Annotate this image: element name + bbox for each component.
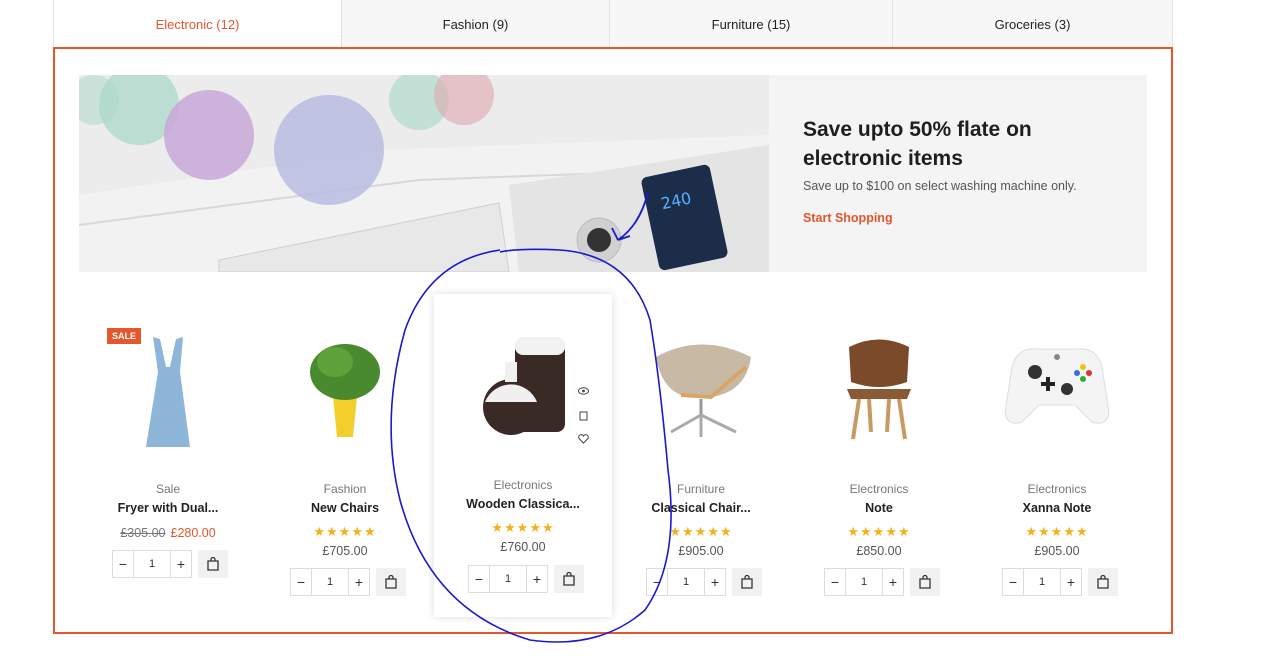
product-card-highlighted[interactable]: Electronics Wooden Classica... ★★★★★ £76…: [434, 294, 612, 617]
product-price: £705.00: [322, 544, 368, 558]
add-to-cart-button[interactable]: [732, 568, 762, 596]
product-category: Fashion: [323, 482, 367, 496]
product-card[interactable]: Electronics Note ★★★★★ £850.00 − 1 +: [790, 297, 968, 617]
increase-button[interactable]: +: [883, 569, 903, 595]
banner-subtitle: Save up to $100 on select washing machin…: [803, 179, 1077, 193]
category-tabs: Electronic (12) Fashion (9) Furniture (1…: [53, 0, 1173, 48]
decrease-button[interactable]: −: [469, 566, 489, 592]
quantity-input[interactable]: 1: [845, 569, 883, 595]
product-name[interactable]: Xanna Note: [968, 501, 1146, 515]
heart-icon[interactable]: [576, 432, 590, 446]
add-to-cart-button[interactable]: [910, 568, 940, 596]
product-category: Electronics: [1027, 482, 1087, 496]
quantity-input[interactable]: 1: [1023, 569, 1061, 595]
quantity-input[interactable]: 1: [133, 551, 171, 577]
start-shopping-link[interactable]: Start Shopping: [803, 211, 893, 225]
plant-image: [310, 344, 380, 437]
washing-machine-image: 240: [79, 75, 769, 272]
quick-actions: [576, 384, 590, 446]
product-category: Sale: [155, 482, 181, 496]
bag-icon: [207, 557, 219, 571]
bag-icon: [919, 575, 931, 589]
bag-icon: [1097, 575, 1109, 589]
product-name[interactable]: Fryer with Dual...: [79, 501, 257, 515]
add-to-cart-button[interactable]: [376, 568, 406, 596]
quantity-stepper: − 1 +: [646, 568, 726, 596]
product-name[interactable]: New Chairs: [256, 501, 434, 515]
product-name[interactable]: Wooden Classica...: [434, 497, 612, 511]
quantity-stepper: − 1 +: [468, 565, 548, 593]
promo-banner: 240 Save upto 50% flate on electronic it…: [79, 75, 1147, 272]
tab-furniture[interactable]: Furniture (15): [610, 0, 893, 48]
quick-view-icon[interactable]: [576, 384, 590, 398]
quantity-input[interactable]: 1: [667, 569, 705, 595]
sale-price: £280.00: [170, 526, 216, 540]
add-to-cart-button[interactable]: [198, 550, 228, 578]
product-price: £905.00: [1034, 544, 1080, 558]
product-price: £905.00: [678, 544, 724, 558]
tab-electronic[interactable]: Electronic (12): [54, 0, 342, 48]
product-category: Electronics: [849, 482, 909, 496]
quantity-row: − 1 +: [290, 568, 406, 596]
product-price: £305.00 £280.00: [79, 526, 257, 540]
increase-button[interactable]: +: [527, 566, 547, 592]
product-card[interactable]: Fashion New Chairs ★★★★★ £705.00 − 1 +: [256, 297, 434, 617]
add-to-cart-button[interactable]: [554, 565, 584, 593]
game-controller-image: [1004, 348, 1110, 424]
rating-stars: ★★★★★: [313, 524, 377, 539]
bag-icon: [385, 575, 397, 589]
quantity-row: − 1 +: [112, 550, 228, 578]
chair-image: [656, 344, 751, 437]
rating-stars: ★★★★★: [1025, 524, 1089, 539]
increase-button[interactable]: +: [171, 551, 191, 577]
product-card[interactable]: Furniture Classical Chair... ★★★★★ £905.…: [612, 297, 790, 617]
old-price: £305.00: [120, 526, 166, 540]
banner-text: Save upto 50% flate on electronic items …: [803, 115, 1133, 227]
quantity-row: − 1 +: [646, 568, 762, 596]
decrease-button[interactable]: −: [825, 569, 845, 595]
dress-image: [146, 337, 190, 447]
increase-button[interactable]: +: [705, 569, 725, 595]
rating-stars: ★★★★★: [491, 520, 555, 535]
decrease-button[interactable]: −: [291, 569, 311, 595]
quantity-stepper: − 1 +: [1002, 568, 1082, 596]
product-card[interactable]: Electronics Xanna Note ★★★★★ £905.00 − 1…: [968, 297, 1146, 617]
quantity-row: − 1 +: [468, 565, 584, 593]
tab-groceries[interactable]: Groceries (3): [893, 0, 1172, 48]
quantity-stepper: − 1 +: [290, 568, 370, 596]
increase-button[interactable]: +: [349, 569, 369, 595]
increase-button[interactable]: +: [1061, 569, 1081, 595]
tab-fashion[interactable]: Fashion (9): [342, 0, 610, 48]
decrease-button[interactable]: −: [1003, 569, 1023, 595]
quantity-stepper: − 1 +: [112, 550, 192, 578]
compare-icon[interactable]: [576, 408, 590, 422]
product-name[interactable]: Classical Chair...: [612, 501, 790, 515]
quantity-row: − 1 +: [1002, 568, 1118, 596]
quantity-row: − 1 +: [824, 568, 940, 596]
sale-badge: SALE: [107, 328, 142, 344]
vase-image: [483, 337, 565, 435]
banner-title: Save upto 50% flate on electronic items: [803, 118, 1032, 170]
rating-stars: ★★★★★: [669, 524, 733, 539]
quantity-stepper: − 1 +: [824, 568, 904, 596]
bag-icon: [741, 575, 753, 589]
product-category: Furniture: [676, 482, 726, 496]
product-price: £850.00: [856, 544, 902, 558]
quantity-input[interactable]: 1: [311, 569, 349, 595]
product-card[interactable]: Sale Fryer with Dual... £305.00 £280.00 −…: [79, 297, 257, 617]
product-price: £760.00: [500, 540, 546, 554]
rating-stars: ★★★★★: [847, 524, 911, 539]
bag-icon: [563, 572, 575, 586]
product-name[interactable]: Note: [790, 501, 968, 515]
decrease-button[interactable]: −: [647, 569, 667, 595]
decrease-button[interactable]: −: [113, 551, 133, 577]
add-to-cart-button[interactable]: [1088, 568, 1118, 596]
quantity-input[interactable]: 1: [489, 566, 527, 592]
wooden-chair-image: [847, 339, 911, 440]
product-category: Electronics: [493, 478, 553, 492]
